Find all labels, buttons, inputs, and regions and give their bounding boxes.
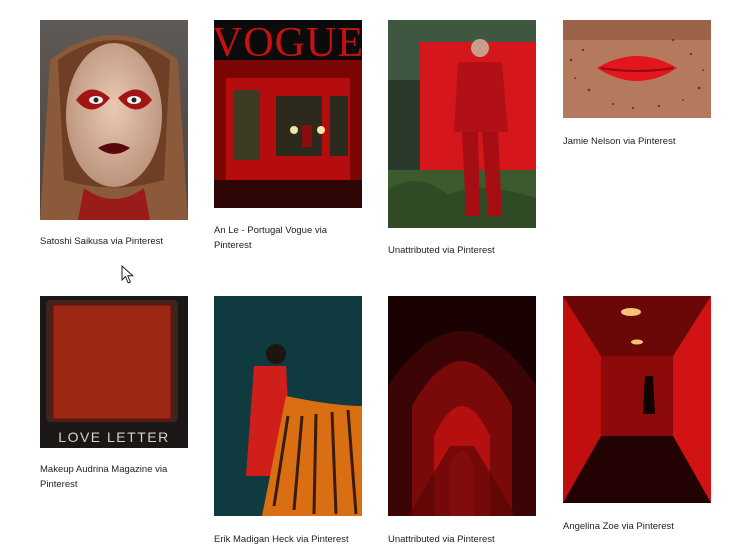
caption: Makeup Audrina Magazine via Pinterest [40,464,168,490]
eyeshadow-palette-image[interactable]: LOVE LETTER [40,296,188,448]
vogue-red-room-image[interactable]: VOGUE [214,20,362,208]
red-lips-freckles-image[interactable] [563,20,711,118]
red-corridor-image[interactable] [563,296,711,503]
caption: Unattributed via Pinterest [388,245,495,256]
caption: An Le - Portugal Vogue via Pinterest [214,225,328,251]
red-tunnel-image[interactable] [388,296,536,516]
portrait-red-eyeliner-image[interactable] [40,20,188,220]
palette-label: LOVE LETTER [58,429,169,445]
mouse-pointer-icon [121,265,135,284]
caption: Satoshi Saikusa via Pinterest [40,236,164,247]
caption: Jamie Nelson via Pinterest [563,136,676,147]
magazine-title: VOGUE [214,20,362,66]
caption: Angelina Zoe via Pinterest [563,521,674,532]
gallery-item-vogue[interactable]: VOGUE An Le - Portugal Vogue via Pintere… [214,20,362,251]
gallery-item-makeup-audrina[interactable]: LOVE LETTER Makeup Audrina Magazine via … [40,296,188,490]
caption: Erik Madigan Heck via Pinterest [214,534,349,545]
red-suit-wall-image[interactable] [388,20,536,228]
gallery-item-red-suit[interactable]: Unattributed via Pinterest [388,20,536,256]
gallery-item-angelina-zoe[interactable]: Angelina Zoe via Pinterest [563,296,711,532]
gallery-item-jamie-nelson[interactable]: Jamie Nelson via Pinterest [563,20,711,147]
red-coat-pleated-skirt-image[interactable] [214,296,362,516]
caption: Unattributed via Pinterest [388,534,495,545]
gallery-item-red-tunnel[interactable]: Unattributed via Pinterest [388,296,536,545]
gallery-item-erik-madigan-heck[interactable]: Erik Madigan Heck via Pinterest [214,296,362,545]
gallery-item-satoshi-saikusa[interactable]: Satoshi Saikusa via Pinterest [40,20,188,247]
